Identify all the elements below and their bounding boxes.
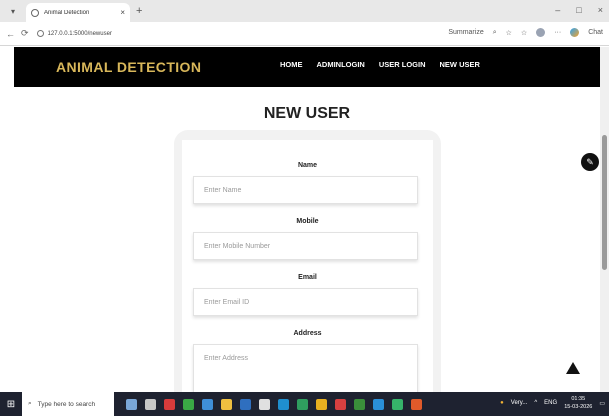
weather-text[interactable]: Very... [511, 400, 528, 406]
chat-button[interactable]: Chat [588, 29, 603, 36]
news-widget-icon[interactable] [126, 398, 137, 410]
email-input[interactable]: Enter Email ID [193, 288, 418, 316]
globe-icon [31, 8, 39, 17]
zoom-icon[interactable]: ⌕ [493, 29, 497, 37]
app-icon-yellow[interactable] [316, 398, 327, 410]
nav-home[interactable]: HOME [280, 60, 303, 69]
site-info-icon[interactable] [36, 30, 44, 37]
toolbar-actions: Summarize ⌕ ☆ ☆ ··· Chat [448, 28, 603, 37]
tab-actions-icon[interactable]: ▾ [4, 2, 22, 20]
new-tab-button[interactable]: + [136, 5, 142, 17]
app-icon-red-2[interactable] [335, 398, 346, 410]
email-label: Email [298, 274, 317, 281]
file-explorer-icon[interactable] [221, 398, 232, 410]
taskbar-apps [126, 398, 422, 410]
app-icon-dark-blue[interactable] [240, 398, 251, 410]
browser-tab-strip: ▾ Animal Detection × + – □ × [0, 0, 609, 22]
tab-title: Animal Detection [44, 9, 90, 16]
language-indicator[interactable]: ENG [544, 400, 557, 406]
screen: ▾ Animal Detection × + – □ × ← ⟳ 127.0.0… [0, 0, 609, 416]
taskbar-search[interactable]: ⌕ Type here to search [22, 392, 114, 416]
name-input[interactable]: Enter Name [193, 176, 418, 204]
name-label: Name [297, 162, 318, 169]
refresh-icon[interactable]: ⟳ [21, 28, 29, 39]
notification-icon[interactable]: ▭ [599, 400, 605, 407]
clock-date: 15-03-2026 [564, 404, 593, 410]
url-text: 127.0.0.1:5000/newuser [47, 30, 112, 37]
app-icon-red[interactable] [164, 398, 175, 410]
app-icon-green[interactable] [183, 398, 194, 410]
copilot-icon[interactable] [570, 28, 580, 37]
close-window-button[interactable]: × [598, 5, 603, 15]
app-icon-blue[interactable] [202, 398, 213, 410]
app-icon-orange[interactable] [411, 398, 422, 410]
page-title: NEW USER [263, 105, 351, 122]
windows-start-icon[interactable]: ⊞ [0, 392, 22, 416]
clock[interactable]: 01:35 15-03-2026 [564, 395, 592, 411]
app-icon-green-2[interactable] [354, 398, 365, 410]
favorite-icon[interactable]: ☆ [506, 29, 512, 37]
nav-links: HOME ADMINLOGIN USER LOGIN NEW USER [280, 60, 480, 69]
app-icon-blue-2[interactable] [373, 398, 384, 410]
edge-icon[interactable] [278, 398, 289, 410]
tray-chevron-icon[interactable]: ^ [534, 400, 537, 406]
task-view-icon[interactable] [145, 398, 156, 410]
back-icon[interactable]: ← [6, 29, 15, 39]
page-scrollbar[interactable] [600, 47, 609, 392]
clock-time: 01:35 [571, 396, 586, 402]
app-icon-teal[interactable] [297, 398, 308, 410]
system-tray: ● Very... ^ ENG 01:35 15-03-2026 ▭ [500, 395, 605, 411]
address-label: Address [293, 330, 322, 337]
address-bar: ← ⟳ 127.0.0.1:5000/newuser Summarize ⌕ ☆… [0, 22, 609, 46]
scrollbar-thumb[interactable] [602, 135, 607, 270]
minimize-button[interactable]: – [555, 5, 560, 15]
tab-close-button[interactable]: × [120, 8, 125, 17]
taskbar-search-text: Type here to search [37, 400, 96, 408]
pencil-icon[interactable]: ✎ [581, 153, 599, 171]
more-icon[interactable]: ··· [554, 29, 561, 36]
mobile-input[interactable]: Enter Mobile Number [193, 232, 418, 260]
scroll-to-top-icon[interactable] [566, 362, 580, 374]
registration-form: Name Enter Name Mobile Enter Mobile Numb… [182, 140, 433, 416]
form-card: Name Enter Name Mobile Enter Mobile Numb… [174, 130, 441, 416]
weather-icon[interactable]: ● [500, 400, 504, 406]
profile-avatar[interactable] [536, 28, 546, 37]
window-controls: – □ × [555, 5, 603, 15]
maximize-button[interactable]: □ [576, 5, 581, 15]
browser-tab[interactable]: Animal Detection × [26, 3, 130, 22]
mobile-label: Mobile [296, 218, 319, 225]
favorites-icon[interactable]: ☆ [521, 29, 527, 37]
taskbar: ⊞ ⌕ Type here to search ● Very... ^ ENG … [0, 392, 609, 416]
nav-adminlogin[interactable]: ADMINLOGIN [317, 60, 365, 69]
url-field[interactable]: 127.0.0.1:5000/newuser [36, 30, 112, 37]
summarize-button[interactable]: Summarize [448, 29, 483, 36]
site-navbar: ANIMAL DETECTION HOME ADMINLOGIN USER LO… [14, 47, 600, 87]
site-brand[interactable]: ANIMAL DETECTION [56, 59, 201, 75]
whatsapp-icon[interactable] [392, 398, 403, 410]
page-content: NEW USER Name Enter Name Mobile Enter Mo… [14, 87, 600, 416]
chrome-icon[interactable] [259, 398, 270, 410]
nav-new-user[interactable]: NEW USER [440, 60, 480, 69]
nav-user-login[interactable]: USER LOGIN [379, 60, 426, 69]
search-icon: ⌕ [28, 400, 32, 407]
